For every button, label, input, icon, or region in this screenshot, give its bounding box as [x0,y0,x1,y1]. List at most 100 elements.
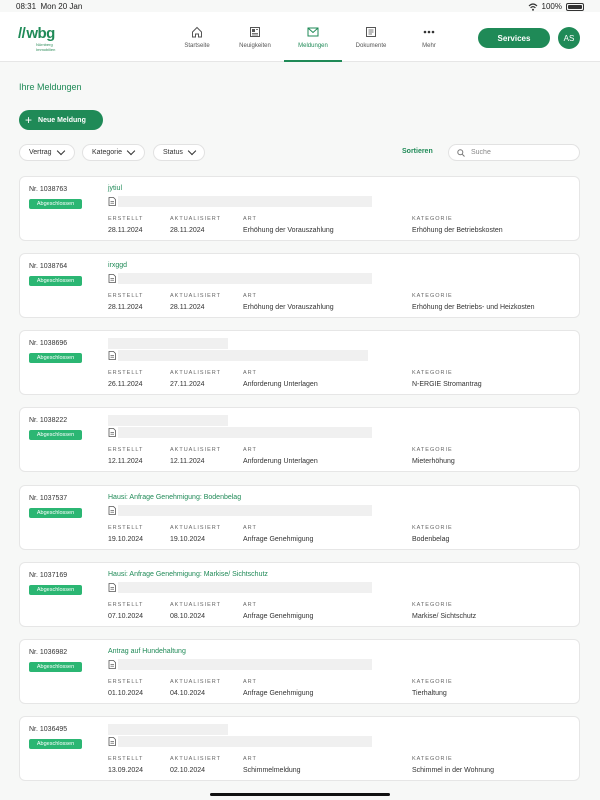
avatar[interactable]: AS [558,27,580,49]
title-redacted [108,338,228,349]
system-status-bar: 08:31 Mon 20 Jan 100% [0,0,600,12]
battery-icon [566,2,584,11]
label-art: ART [243,216,257,222]
report-card[interactable]: Nr. 1036982 Abgeschlossen Antrag auf Hun… [19,639,580,704]
status-badge: Abgeschlossen [29,353,82,363]
value-art: Anfrage Genehmigung [243,613,314,620]
chevron-down-icon [56,146,65,156]
label-kategorie: KATEGORIE [412,293,453,299]
search-input[interactable] [471,149,571,156]
label-aktualisiert: AKTUALISIERT [170,216,222,222]
value-kategorie: N-ERGIE Stromantrag [412,381,482,388]
value-kategorie: Erhöhung der Betriebskosten [412,227,503,234]
more-icon [422,25,436,39]
label-kategorie: KATEGORIE [412,216,453,222]
report-title[interactable]: jytiul [108,185,122,192]
description-preview [118,273,372,284]
value-erstellt: 01.10.2024 [108,690,144,697]
status-badge: Abgeschlossen [29,662,82,672]
label-art: ART [243,370,257,376]
attachment-icon [108,737,116,746]
report-number: Nr. 1037169 [29,572,68,579]
label-erstellt: ERSTELLT [108,370,144,376]
label-aktualisiert: AKTUALISIERT [170,293,222,299]
page-title: Ihre Meldungen [19,82,82,92]
filter-vertrag[interactable]: Vertrag [19,144,75,161]
search-box [448,144,580,161]
value-aktualisiert: 08.10.2024 [170,613,206,620]
label-kategorie: KATEGORIE [412,525,453,531]
label-erstellt: ERSTELLT [108,525,144,531]
report-number: Nr. 1038763 [29,186,68,193]
label-art: ART [243,602,257,608]
news-icon [248,25,262,39]
description-preview [118,582,372,593]
label-kategorie: KATEGORIE [412,756,453,762]
label-art: ART [243,679,257,685]
label-aktualisiert: AKTUALISIERT [170,447,222,453]
search-icon [457,148,465,157]
chevron-down-icon [187,146,197,156]
value-erstellt: 19.10.2024 [108,536,144,543]
home-icon [190,25,204,39]
report-title[interactable]: irxggd [108,262,127,269]
attachment-icon [108,197,116,206]
report-title[interactable]: Antrag auf Hundehaltung [108,648,186,655]
filter-kategorie[interactable]: Kategorie [82,144,145,161]
description-preview [118,427,372,438]
value-aktualisiert: 12.11.2024 [170,458,205,465]
label-erstellt: ERSTELLT [108,447,144,453]
value-erstellt: 13.09.2024 [108,767,144,774]
nav-item-neuigkeiten[interactable]: Neuigkeiten [226,12,284,62]
value-art: Anfrage Genehmigung [243,536,314,543]
label-kategorie: KATEGORIE [412,679,453,685]
description-preview [118,736,372,747]
report-card[interactable]: Nr. 1038222 Abgeschlossen ERSTELLT AKTUA… [19,407,580,472]
report-card[interactable]: Nr. 1037169 Abgeschlossen Hausi: Anfrage… [19,562,580,627]
nav-item-dokumente[interactable]: Dokumente [342,12,400,62]
home-indicator[interactable] [210,793,390,796]
report-card[interactable]: Nr. 1038764 Abgeschlossen irxggd ERSTELL… [19,253,580,318]
label-erstellt: ERSTELLT [108,216,144,222]
nav-item-startseite[interactable]: Startseite [168,12,226,62]
value-aktualisiert: 27.11.2024 [170,381,205,388]
report-number: Nr. 1038696 [29,340,68,347]
value-kategorie: Erhöhung der Betriebs- und Heizkosten [412,304,535,311]
value-kategorie: Bodenbelag [412,536,450,543]
attachment-icon [108,274,116,283]
report-title[interactable]: Hausi: Anfrage Genehmigung: Bodenbelag [108,494,241,501]
filter-status[interactable]: Status [153,144,205,161]
sort-button[interactable]: Sortieren [402,148,433,155]
new-report-button[interactable]: + Neue Meldung [19,110,103,130]
wifi-icon [528,2,537,11]
report-title[interactable]: Hausi: Anfrage Genehmigung: Markise/ Sic… [108,571,268,578]
status-badge: Abgeschlossen [29,430,82,440]
label-art: ART [243,756,257,762]
label-art: ART [243,293,257,299]
value-erstellt: 28.11.2024 [108,304,143,311]
report-card[interactable]: Nr. 1038763 Abgeschlossen jytiul ERSTELL… [19,176,580,241]
nav-item-meldungen[interactable]: Meldungen [284,12,342,62]
label-aktualisiert: AKTUALISIERT [170,602,222,608]
chevron-down-icon [126,146,136,156]
report-card[interactable]: Nr. 1036495 Abgeschlossen ERSTELLT AKTUA… [19,716,580,781]
report-number: Nr. 1036495 [29,726,68,733]
label-aktualisiert: AKTUALISIERT [170,525,222,531]
status-badge: Abgeschlossen [29,276,82,286]
battery-percent: 100% [541,2,562,11]
nav-item-mehr[interactable]: Mehr [400,12,458,62]
report-card[interactable]: Nr. 1038696 Abgeschlossen ERSTELLT AKTUA… [19,330,580,395]
report-card[interactable]: Nr. 1037537 Abgeschlossen Hausi: Anfrage… [19,485,580,550]
wbg-logo[interactable]: //wbg Nürnberg Immobilien [18,25,55,52]
value-aktualisiert: 19.10.2024 [170,536,206,543]
value-erstellt: 28.11.2024 [108,227,143,234]
services-button[interactable]: Services [478,28,550,48]
value-erstellt: 26.11.2024 [108,381,143,388]
label-aktualisiert: AKTUALISIERT [170,756,222,762]
report-number: Nr. 1036982 [29,649,68,656]
status-badge: Abgeschlossen [29,199,82,209]
label-kategorie: KATEGORIE [412,370,453,376]
description-preview [118,505,372,516]
value-art: Anforderung Unterlagen [243,458,318,465]
label-erstellt: ERSTELLT [108,293,144,299]
